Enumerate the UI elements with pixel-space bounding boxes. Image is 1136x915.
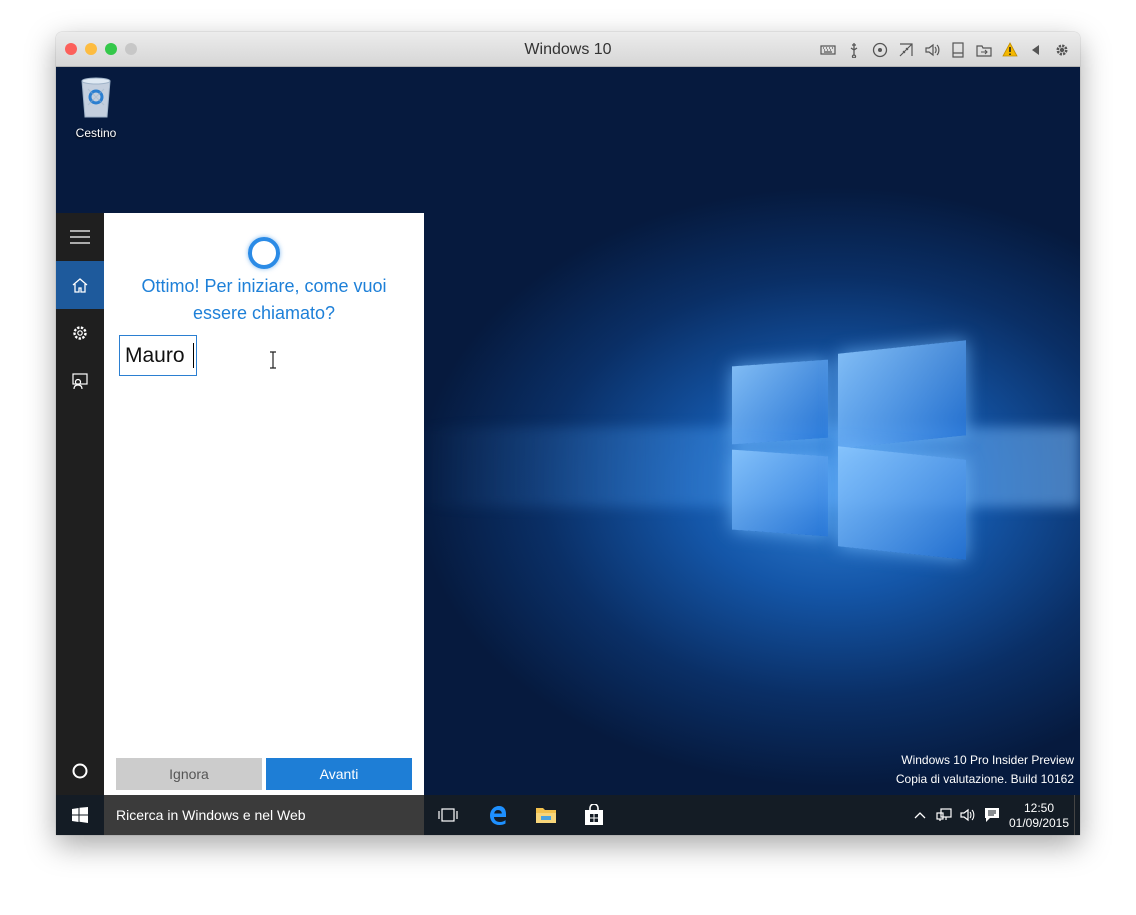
cortana-circle-icon: [72, 763, 88, 779]
feedback-icon: [72, 373, 88, 390]
cortana-button[interactable]: [56, 747, 104, 795]
network-wired-icon: [936, 808, 952, 821]
recycle-bin-icon: [81, 77, 111, 118]
folder-icon: [536, 808, 556, 823]
speaker-icon: [960, 808, 975, 822]
file-explorer-button[interactable]: [522, 795, 570, 835]
cortana-panel: Ottimo! Per iniziare, come vuoi essere c…: [104, 213, 424, 795]
folder-share-icon[interactable]: [975, 42, 992, 59]
sound-icon[interactable]: [923, 42, 940, 59]
cortana-sidebar: [56, 213, 104, 795]
start-button[interactable]: [56, 795, 104, 835]
store-bag-icon: [585, 804, 603, 825]
keyboard-icon[interactable]: [819, 42, 836, 59]
usb-icon[interactable]: [845, 42, 862, 59]
build-watermark: Windows 10 Pro Insider Preview Copia di …: [896, 751, 1074, 789]
clock[interactable]: 12:50 01/09/2015: [1004, 799, 1074, 831]
show-hidden-icons-button[interactable]: [908, 795, 932, 835]
name-input[interactable]: [119, 335, 197, 376]
edge-button[interactable]: [474, 795, 522, 835]
recycle-bin-label: Cestino: [75, 126, 117, 140]
gear-icon: [73, 326, 87, 340]
watermark-build: Copia di valutazione. Build 10162: [895, 772, 1074, 786]
clock-date: 01/09/2015: [1008, 816, 1070, 830]
system-tray: 12:50 01/09/2015: [908, 795, 1080, 835]
edge-browser-icon: [490, 806, 506, 825]
device-icon[interactable]: [949, 42, 966, 59]
task-view-button[interactable]: [424, 795, 472, 835]
warning-icon[interactable]: [1001, 42, 1018, 59]
hamburger-icon: [70, 230, 90, 244]
home-button[interactable]: [56, 261, 104, 309]
store-button[interactable]: [570, 795, 618, 835]
chevron-up-icon: [914, 812, 926, 819]
hamburger-menu-button[interactable]: [56, 213, 104, 261]
cortana-prompt: Ottimo! Per iniziare, come vuoi essere c…: [141, 276, 387, 323]
taskbar: Ricerca in Windows e nel Web 12:50 01/09…: [56, 795, 1080, 835]
text-caret: [193, 343, 194, 368]
show-desktop-button[interactable]: [1074, 795, 1080, 835]
wallpaper-windows-logo: [716, 327, 1036, 617]
arrow-left-icon[interactable]: [1027, 42, 1044, 59]
action-center-button[interactable]: [980, 795, 1004, 835]
next-button[interactable]: Avanti: [266, 758, 412, 790]
settings-button[interactable]: [56, 309, 104, 357]
recycle-bin[interactable]: Cestino: [66, 75, 126, 140]
ignore-button[interactable]: Ignora: [116, 758, 262, 790]
network-icon[interactable]: [897, 42, 914, 59]
windows-logo-icon: [72, 807, 88, 823]
vm-toolbar: [819, 41, 1070, 59]
disc-icon[interactable]: [871, 42, 888, 59]
network-status-button[interactable]: [932, 795, 956, 835]
volume-button[interactable]: [956, 795, 980, 835]
cortana-logo-icon: [248, 237, 280, 269]
task-view-icon: [438, 808, 458, 822]
home-icon: [72, 278, 88, 293]
ibeam-cursor-icon: [270, 351, 276, 369]
clock-time: 12:50: [1023, 801, 1055, 815]
notification-icon: [985, 808, 999, 822]
vm-window: Windows 10 Cestino Windows 10 Pro Inside…: [56, 32, 1080, 835]
titlebar: Windows 10: [56, 32, 1080, 67]
watermark-edition: Windows 10 Pro Insider Preview: [901, 753, 1074, 767]
feedback-button[interactable]: [56, 357, 104, 405]
gear-icon[interactable]: [1053, 42, 1070, 59]
search-box[interactable]: Ricerca in Windows e nel Web: [104, 795, 424, 835]
